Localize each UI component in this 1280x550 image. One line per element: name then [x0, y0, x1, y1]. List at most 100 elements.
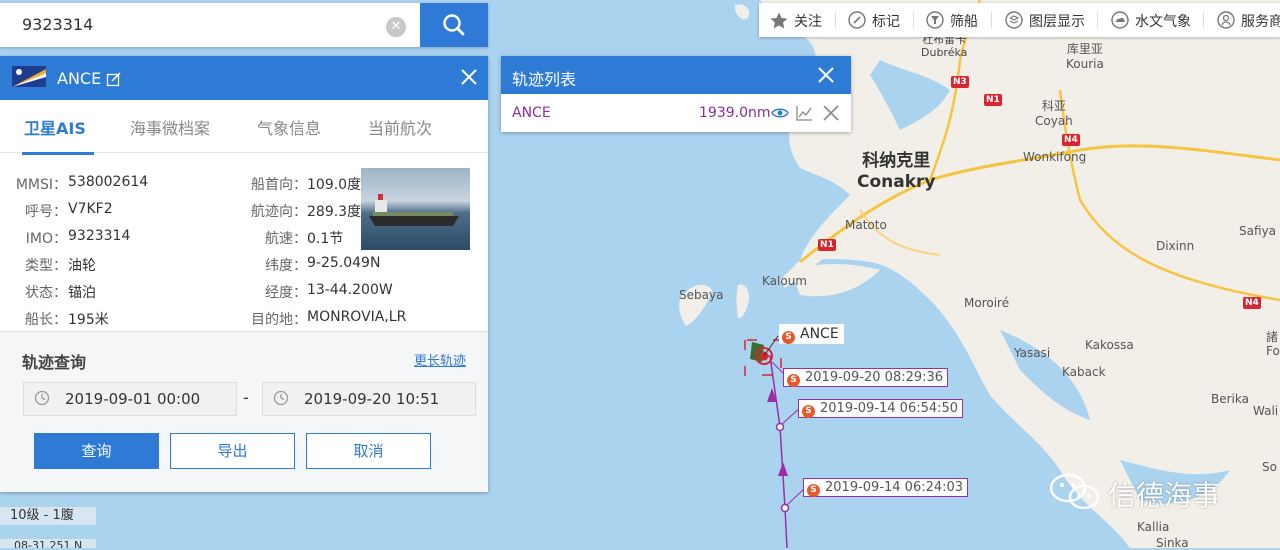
- clock-icon: [34, 390, 50, 406]
- place-kouria: 库里亚 Kouria: [1066, 42, 1104, 71]
- divider: [991, 12, 992, 28]
- service-icon: [1217, 11, 1235, 29]
- road-n1-a: N1: [984, 94, 1002, 106]
- track-list-header: 轨迹列表: [501, 56, 851, 94]
- callsign-value: V7KF2: [68, 201, 113, 217]
- delete-icon[interactable]: [823, 105, 839, 121]
- track-point-label[interactable]: S 2019-09-14 06:54:50: [798, 399, 964, 418]
- layers-button[interactable]: 图层显示: [1005, 11, 1085, 31]
- ship-name: ANCE: [57, 69, 102, 88]
- ship-details: MMSI： 538002614 呼号： V7KF2 IMO： 9323314 类…: [0, 153, 488, 331]
- date-separator: -: [243, 388, 249, 407]
- track-point-label[interactable]: S 2019-09-20 08:29:36: [783, 368, 949, 387]
- place-wonkifong: Wonkifong: [1023, 150, 1087, 164]
- tab-satellite-ais[interactable]: 卫星AIS: [22, 115, 94, 155]
- filter-ships-button[interactable]: 筛船: [926, 11, 978, 31]
- longer-track-link[interactable]: 更长轨迹: [414, 350, 466, 369]
- marshall-islands-flag-icon: [12, 66, 46, 87]
- wechat-icon: [1049, 473, 1100, 510]
- cursor-coordinate: 08-31.251 N: [0, 539, 96, 548]
- ship-map-label[interactable]: S ANCE: [779, 324, 844, 344]
- place-so: So: [1262, 460, 1277, 474]
- mmsi-value: 538002614: [68, 174, 149, 190]
- track-list-title: 轨迹列表: [512, 70, 577, 89]
- search-button[interactable]: [420, 3, 488, 47]
- chart-line-icon[interactable]: [796, 105, 813, 121]
- mmsi-label: MMSI：: [15, 177, 67, 193]
- hydro-weather-button[interactable]: 水文气象: [1111, 11, 1191, 31]
- search-icon: [443, 14, 465, 36]
- place-conakry: 科纳克里 Conakry: [857, 151, 936, 192]
- wechat-watermark: 信德海事: [1048, 471, 1220, 514]
- star-icon: [770, 12, 788, 29]
- search-bar: 9323314 ✕: [0, 3, 488, 47]
- track-point-label[interactable]: S 2019-09-14 06:24:03: [803, 478, 969, 497]
- tab-maritime-profile[interactable]: 海事微档案: [130, 115, 210, 139]
- map-toolbar: 关注 标记 筛船 图层显示 水文气象 服务商: [759, 3, 1280, 37]
- s-badge-icon: S: [787, 374, 800, 387]
- mark-button[interactable]: 标记: [848, 11, 900, 31]
- clear-icon[interactable]: ✕: [386, 17, 406, 37]
- status-value: 锚泊: [68, 285, 96, 301]
- road-n4-b: N4: [1243, 297, 1261, 309]
- heading-value: 109.0度: [307, 177, 362, 193]
- ship-photo[interactable]: [361, 168, 470, 250]
- place-matoto: Matoto: [845, 218, 887, 232]
- follow-button[interactable]: 关注: [770, 11, 822, 31]
- speed-value: 0.1节: [307, 231, 344, 247]
- cancel-button[interactable]: 取消: [306, 433, 431, 469]
- latitude-value: 9-25.049N: [307, 255, 381, 271]
- place-kakossa: Kakossa: [1085, 338, 1134, 352]
- road-n4-a: N4: [1062, 134, 1080, 146]
- track-list-panel: 轨迹列表 ANCE 1939.0nm: [501, 56, 851, 132]
- type-label: 类型：: [25, 258, 67, 274]
- start-time-value: 2019-09-01 00:00: [65, 390, 201, 408]
- layers-icon: [1005, 11, 1023, 29]
- course-value: 289.3度: [307, 204, 362, 220]
- status-label: 状态：: [25, 285, 67, 301]
- type-value: 油轮: [68, 258, 96, 274]
- destination-value: MONROVIA,LR: [307, 309, 407, 325]
- place-coyah: 科亚 Coyah: [1035, 99, 1073, 128]
- s-badge-icon: S: [807, 484, 820, 497]
- weather-icon: [1111, 11, 1129, 29]
- service-provider-button[interactable]: 服务商: [1217, 11, 1280, 31]
- end-time-field[interactable]: 2019-09-20 10:51: [262, 382, 476, 416]
- divider: [1097, 12, 1098, 28]
- map-scale: 10级 - 1腹: [0, 507, 96, 525]
- search-input[interactable]: 9323314: [22, 15, 93, 34]
- place-moroire: Moroiré: [964, 296, 1010, 310]
- divider: [1203, 12, 1204, 28]
- track-distance: 1939.0nm: [699, 105, 771, 121]
- length-label: 船长：: [25, 312, 67, 328]
- place-kaloum: Kaloum: [762, 274, 807, 288]
- tab-weather[interactable]: 气象信息: [257, 115, 321, 139]
- tab-current-voyage[interactable]: 当前航次: [368, 115, 432, 139]
- edit-icon[interactable]: [106, 71, 122, 87]
- ship-info-panel: ANCE 卫星AIS 海事微档案 气象信息 当前航次 MMSI： 5380026…: [0, 56, 488, 492]
- eye-icon[interactable]: [771, 106, 789, 120]
- track-ship-name: ANCE: [512, 105, 551, 121]
- place-yasasi: Yasasi: [1014, 346, 1051, 360]
- track-query-section: 轨迹查询 更长轨迹 2019-09-01 00:00 - 2019-09-20 …: [0, 331, 488, 492]
- longitude-label: 经度：: [265, 285, 307, 301]
- track-query-title: 轨迹查询: [22, 353, 87, 372]
- place-safiya: Safiya: [1239, 224, 1276, 238]
- start-time-field[interactable]: 2019-09-01 00:00: [23, 382, 237, 416]
- tag-icon: [848, 11, 866, 29]
- divider: [835, 12, 836, 28]
- close-icon[interactable]: [817, 66, 835, 84]
- length-value: 195米: [68, 312, 109, 328]
- place-fo: 諸 Fo: [1266, 330, 1280, 358]
- query-button[interactable]: 查询: [34, 433, 159, 469]
- callsign-label: 呼号：: [25, 204, 67, 220]
- ship-tabs: 卫星AIS 海事微档案 气象信息 当前航次: [0, 100, 488, 155]
- heading-label: 船首向：: [251, 177, 307, 193]
- clock-icon: [273, 390, 289, 406]
- filter-icon: [926, 11, 944, 29]
- track-list-row[interactable]: ANCE 1939.0nm: [501, 94, 851, 132]
- place-kaback: Kaback: [1062, 365, 1106, 379]
- destination-label: 目的地：: [251, 312, 307, 328]
- close-icon[interactable]: [460, 68, 478, 86]
- export-button[interactable]: 导出: [170, 433, 295, 469]
